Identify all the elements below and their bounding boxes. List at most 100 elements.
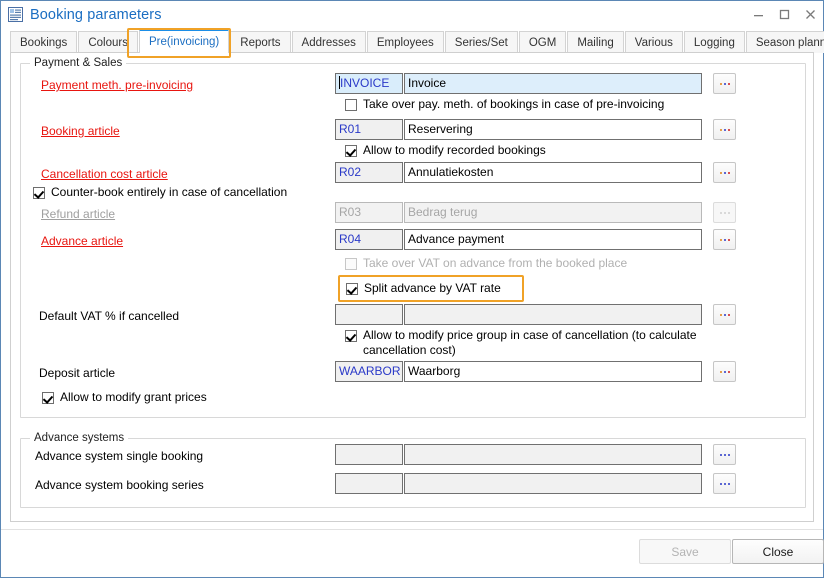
default-vat-browse-button[interactable] xyxy=(713,304,736,325)
payment-method-description-input[interactable]: Invoice xyxy=(404,73,702,94)
payment-method-code-input[interactable]: INVOICE xyxy=(335,73,403,94)
ellipsis-dot-icon xyxy=(724,212,726,214)
ellipsis-dot-icon xyxy=(724,129,726,131)
deposit-article-code-input[interactable]: WAARBOR xyxy=(335,361,403,382)
payment-and-sales-title: Payment & Sales xyxy=(30,57,126,69)
allow-modify-grant-prices-checkbox[interactable]: Allow to modify grant prices xyxy=(42,390,207,405)
checkbox-box xyxy=(345,145,357,157)
tab-colours[interactable]: Colours xyxy=(78,31,138,53)
cancellation-cost-article-browse-button[interactable] xyxy=(713,162,736,183)
cancellation-cost-article-label[interactable]: Cancellation cost article xyxy=(41,167,168,181)
ellipsis-dot-icon xyxy=(728,483,730,485)
window-controls xyxy=(745,1,823,28)
booking-article-browse-button[interactable] xyxy=(713,119,736,140)
allow-modify-recorded-bookings-checkbox[interactable]: Allow to modify recorded bookings xyxy=(345,143,546,158)
booking-article-description-input[interactable]: Reservering xyxy=(404,119,702,140)
advance-system-single-booking-code-input[interactable] xyxy=(335,444,403,465)
checkbox-box xyxy=(345,99,357,111)
ellipsis-dot-icon xyxy=(728,172,730,174)
tab-strip: Bookings Colours Pre(invoicing) Reports … xyxy=(1,28,823,52)
take-over-pay-method-checkbox[interactable]: Take over pay. meth. of bookings in case… xyxy=(345,97,664,112)
tab-label: OGM xyxy=(529,37,556,49)
tab-label: Mailing xyxy=(577,37,613,49)
checkbox-box xyxy=(345,258,357,270)
ellipsis-dot-icon xyxy=(724,239,726,241)
close-button-footer[interactable]: Close xyxy=(732,539,824,564)
tab-bookings[interactable]: Bookings xyxy=(10,31,77,53)
booking-article-code-input[interactable]: R01 xyxy=(335,119,403,140)
tab-content-pre-invoicing: Payment & Sales Payment meth. pre-invoic… xyxy=(10,52,814,522)
checkbox-label: Allow to modify recorded bookings xyxy=(363,143,546,158)
deposit-article-browse-button[interactable] xyxy=(713,361,736,382)
default-vat-description-input[interactable] xyxy=(404,304,702,325)
tab-season-planning[interactable]: Season planning xyxy=(746,31,824,53)
ellipsis-dot-icon xyxy=(720,129,722,131)
default-vat-label: Default VAT % if cancelled xyxy=(39,309,179,323)
split-advance-by-vat-rate-checkbox[interactable]: Split advance by VAT rate xyxy=(346,281,501,296)
advance-article-browse-button[interactable] xyxy=(713,229,736,250)
cancellation-cost-article-code-input[interactable]: R02 xyxy=(335,162,403,183)
tab-various[interactable]: Various xyxy=(625,31,683,53)
advance-system-booking-series-browse-button[interactable] xyxy=(713,473,736,494)
deposit-article-label: Deposit article xyxy=(39,366,115,380)
maximize-button[interactable] xyxy=(771,2,797,28)
ellipsis-dot-icon xyxy=(728,212,730,214)
window-title: Booking parameters xyxy=(30,7,745,23)
refund-article-code-input: R03 xyxy=(335,202,403,223)
checkbox-box xyxy=(345,330,357,342)
tab-employees[interactable]: Employees xyxy=(367,31,444,53)
ellipsis-dot-icon xyxy=(724,483,726,485)
ellipsis-dot-icon xyxy=(720,172,722,174)
advance-article-description-input[interactable]: Advance payment xyxy=(404,229,702,250)
advance-article-label[interactable]: Advance article xyxy=(41,234,123,248)
advance-system-booking-series-description-input[interactable] xyxy=(404,473,702,494)
tab-ogm[interactable]: OGM xyxy=(519,31,566,53)
refund-article-description-input: Bedrag terug xyxy=(404,202,702,223)
ellipsis-dot-icon xyxy=(724,454,726,456)
advance-system-single-booking-browse-button[interactable] xyxy=(713,444,736,465)
ellipsis-dot-icon xyxy=(728,314,730,316)
save-button[interactable]: Save xyxy=(639,539,731,564)
ellipsis-dot-icon xyxy=(724,314,726,316)
checkbox-box xyxy=(33,187,45,199)
minimize-button[interactable] xyxy=(745,2,771,28)
tab-label: Colours xyxy=(88,37,128,49)
tab-logging[interactable]: Logging xyxy=(684,31,745,53)
booking-article-label[interactable]: Booking article xyxy=(41,124,120,138)
ellipsis-dot-icon xyxy=(724,172,726,174)
counter-book-checkbox[interactable]: Counter-book entirely in case of cancell… xyxy=(33,185,287,200)
close-button[interactable] xyxy=(797,2,823,28)
tab-pre-invoicing[interactable]: Pre(invoicing) xyxy=(139,29,229,53)
ellipsis-dot-icon xyxy=(728,454,730,456)
tab-label: Bookings xyxy=(20,37,67,49)
refund-article-label: Refund article xyxy=(41,207,115,221)
ellipsis-dot-icon xyxy=(720,239,722,241)
allow-modify-price-group-checkbox[interactable]: Allow to modify price group in case of c… xyxy=(345,328,713,358)
checkbox-label: Take over pay. meth. of bookings in case… xyxy=(363,97,664,112)
title-bar: Booking parameters xyxy=(1,1,823,28)
tab-series-set[interactable]: Series/Set xyxy=(445,31,518,53)
checkbox-label: Allow to modify grant prices xyxy=(60,390,207,405)
advance-system-booking-series-code-input[interactable] xyxy=(335,473,403,494)
ellipsis-dot-icon xyxy=(720,314,722,316)
document-list-icon xyxy=(8,7,23,22)
tab-addresses[interactable]: Addresses xyxy=(292,31,366,53)
checkbox-box xyxy=(346,283,358,295)
default-vat-code-input[interactable] xyxy=(335,304,403,325)
tab-mailing[interactable]: Mailing xyxy=(567,31,623,53)
tab-label: Addresses xyxy=(302,37,356,49)
advance-system-single-booking-description-input[interactable] xyxy=(404,444,702,465)
tab-label: Pre(invoicing) xyxy=(149,36,219,48)
advance-system-booking-series-label: Advance system booking series xyxy=(35,478,204,492)
advance-article-code-input[interactable]: R04 xyxy=(335,229,403,250)
deposit-article-description-input[interactable]: Waarborg xyxy=(404,361,702,382)
payment-method-browse-button[interactable] xyxy=(713,73,736,94)
tab-label: Various xyxy=(635,37,673,49)
ellipsis-dot-icon xyxy=(720,454,722,456)
tab-reports[interactable]: Reports xyxy=(230,31,290,53)
checkbox-label: Counter-book entirely in case of cancell… xyxy=(51,185,287,200)
payment-method-label[interactable]: Payment meth. pre-invoicing xyxy=(41,78,193,92)
ellipsis-dot-icon xyxy=(720,371,722,373)
cancellation-cost-article-description-input[interactable]: Annulatiekosten xyxy=(404,162,702,183)
advance-systems-title: Advance systems xyxy=(30,432,128,444)
